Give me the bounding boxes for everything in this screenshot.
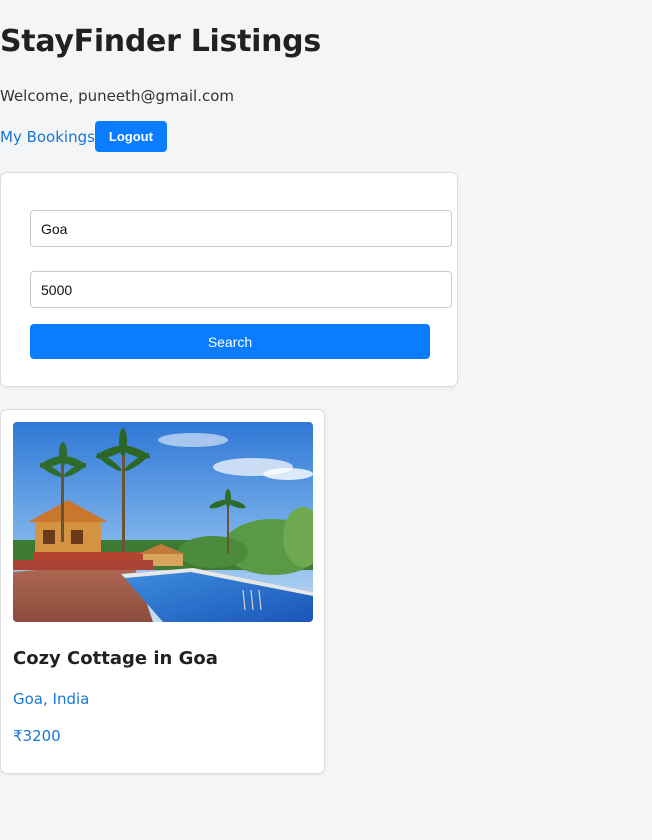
search-button[interactable]: Search bbox=[30, 324, 430, 359]
max-price-input[interactable] bbox=[30, 271, 452, 308]
nav-bar: My Bookings Logout bbox=[0, 121, 167, 152]
my-bookings-link[interactable]: My Bookings bbox=[0, 126, 95, 148]
welcome-message: Welcome, puneeth@gmail.com bbox=[0, 87, 234, 105]
listing-title[interactable]: Cozy Cottage in Goa bbox=[13, 646, 218, 672]
listing-card[interactable]: Cozy Cottage in Goa Goa, India ₹3200 bbox=[0, 409, 325, 774]
search-form: Search bbox=[0, 172, 458, 387]
listing-photo[interactable] bbox=[13, 422, 313, 622]
page-title: StayFinder Listings bbox=[0, 24, 321, 59]
logout-button[interactable]: Logout bbox=[94, 121, 167, 152]
location-input[interactable] bbox=[30, 210, 452, 247]
listing-price: ₹3200 bbox=[13, 727, 61, 745]
listing-location: Goa, India bbox=[13, 690, 90, 708]
